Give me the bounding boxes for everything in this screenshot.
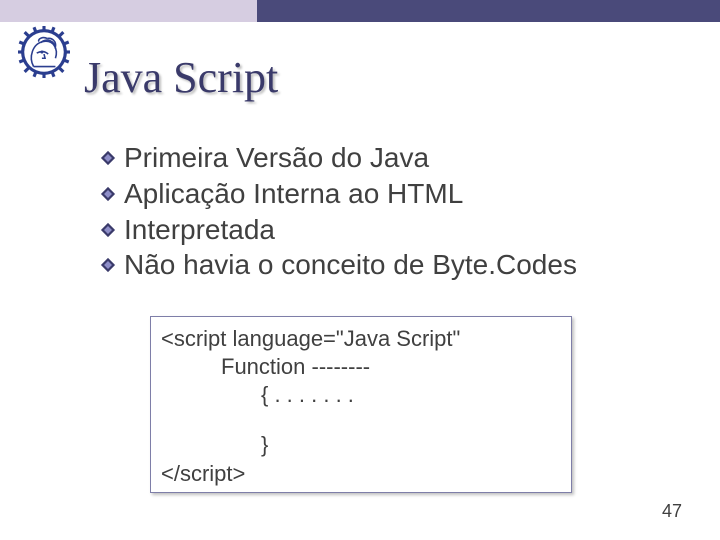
top-bar-left bbox=[0, 0, 257, 22]
bullet-item: Não havia o conceito de Byte.Codes bbox=[100, 247, 680, 283]
code-line: </script> bbox=[161, 460, 561, 488]
slide: Java Script Primeira Versão do Java Apli… bbox=[0, 0, 720, 540]
diamond-bullet-icon bbox=[100, 186, 116, 202]
bullet-text: Aplicação Interna ao HTML bbox=[124, 176, 463, 212]
code-line: <script language="Java Script" bbox=[161, 325, 561, 353]
code-example-box: <script language="Java Script" Function … bbox=[150, 316, 572, 493]
bullet-list: Primeira Versão do Java Aplicação Intern… bbox=[100, 140, 680, 283]
diamond-bullet-icon bbox=[100, 257, 116, 273]
code-line: Function -------- bbox=[161, 353, 561, 381]
diamond-bullet-icon bbox=[100, 150, 116, 166]
institution-logo bbox=[18, 26, 70, 78]
bullet-item: Interpretada bbox=[100, 212, 680, 248]
diamond-bullet-icon bbox=[100, 222, 116, 238]
bullet-item: Primeira Versão do Java bbox=[100, 140, 680, 176]
bullet-text: Primeira Versão do Java bbox=[124, 140, 429, 176]
bullet-text: Interpretada bbox=[124, 212, 275, 248]
top-bar-right bbox=[257, 0, 720, 22]
bullet-item: Aplicação Interna ao HTML bbox=[100, 176, 680, 212]
code-line: { . . . . . . . bbox=[161, 381, 561, 409]
slide-title: Java Script bbox=[84, 52, 278, 103]
top-bar bbox=[0, 0, 720, 22]
code-line: } bbox=[161, 431, 561, 459]
bullet-text: Não havia o conceito de Byte.Codes bbox=[124, 247, 577, 283]
code-blank-line bbox=[161, 409, 561, 431]
page-number: 47 bbox=[662, 501, 682, 522]
